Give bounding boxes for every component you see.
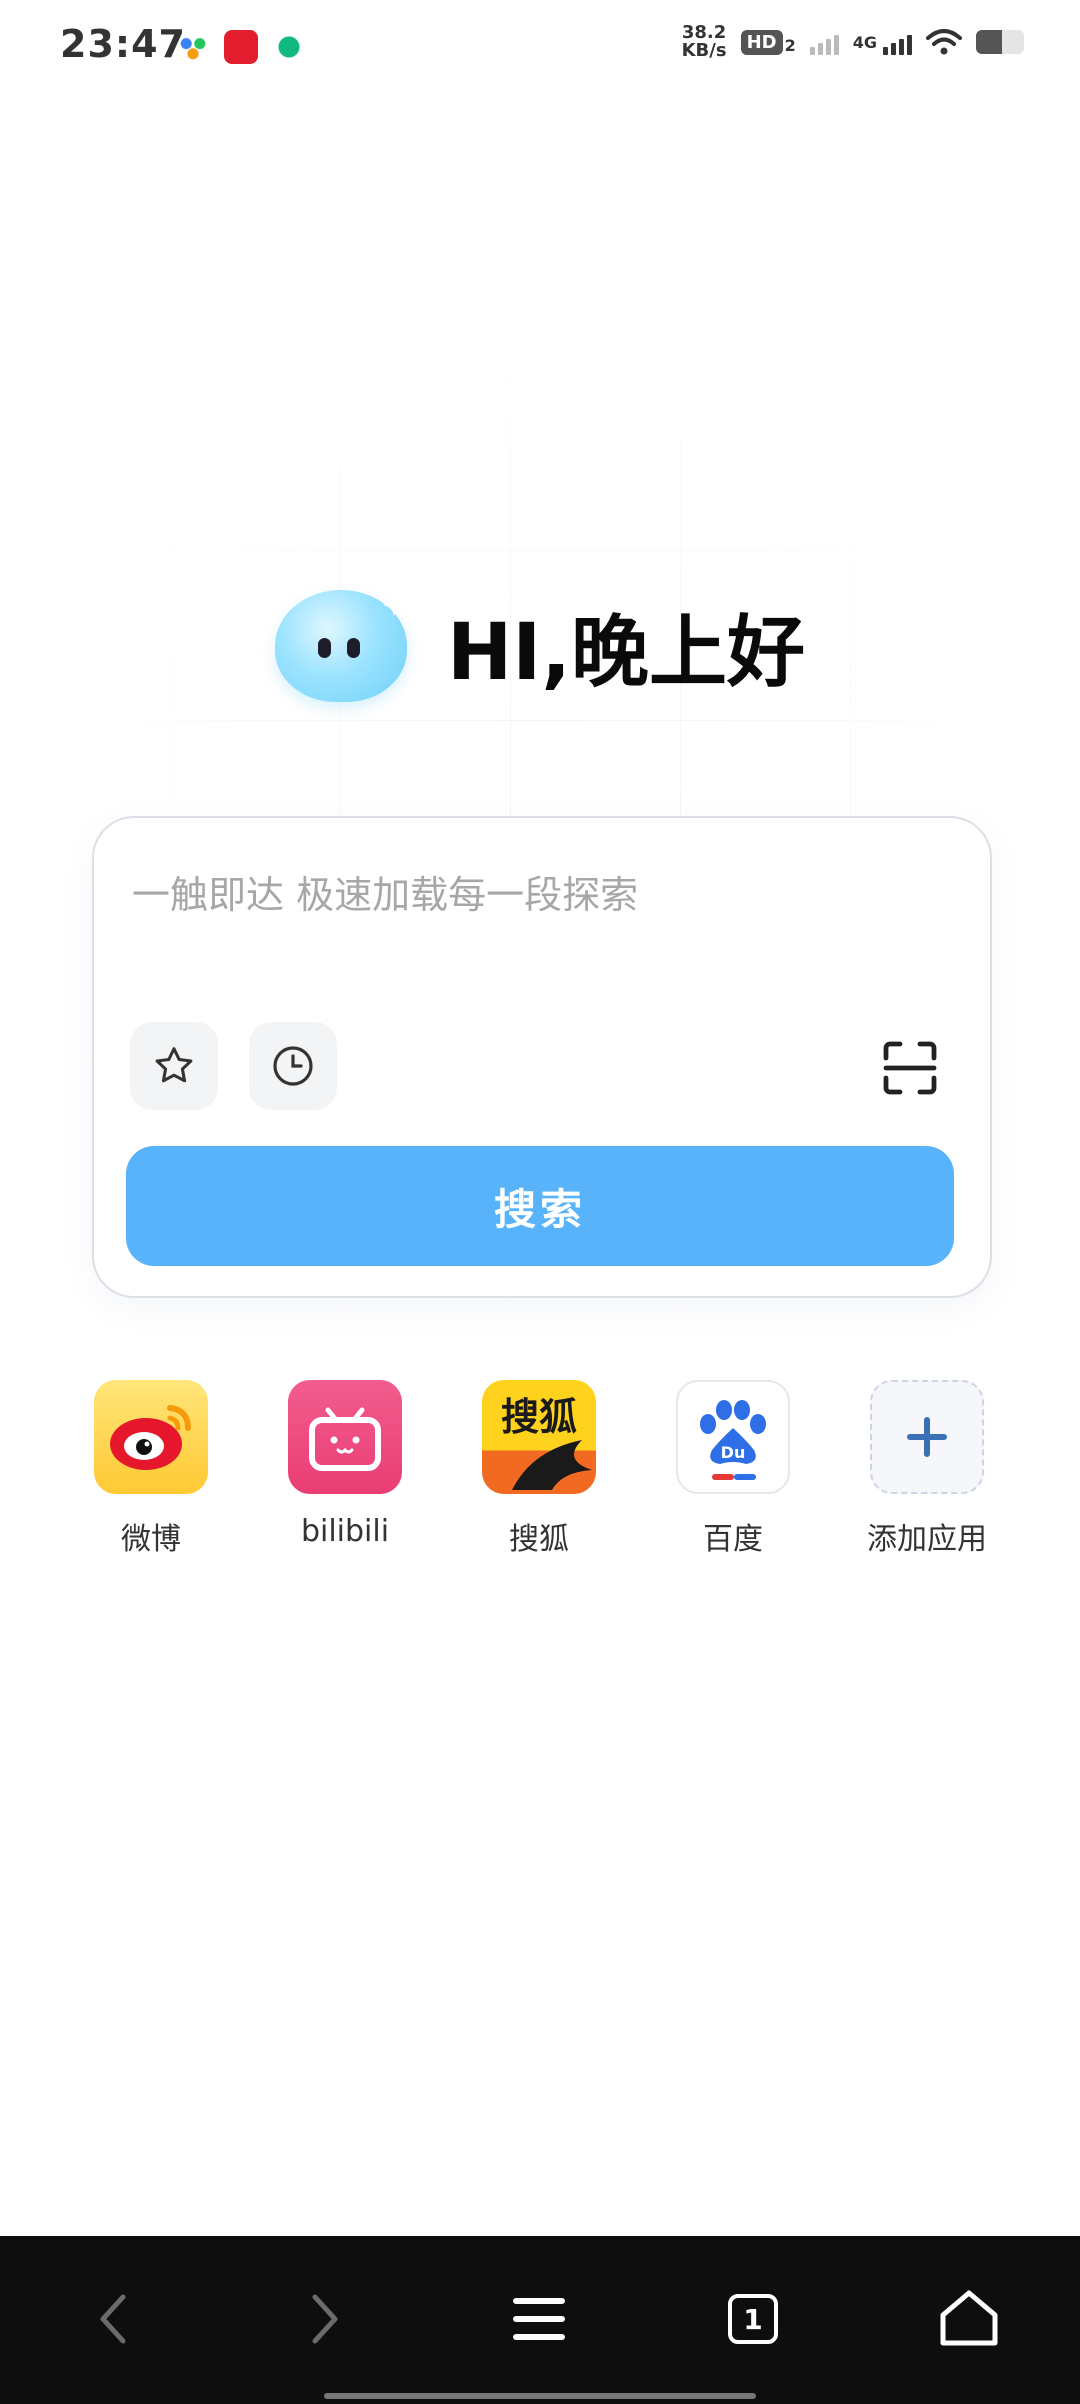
network-speed: 38.2 KB/s [682,24,727,60]
notification-icons [176,30,306,64]
shortcut-label: 微博 [121,1522,181,1557]
system-status: 38.2 KB/s HD 2 4G [682,24,1024,60]
signal-strength-icon [883,29,912,55]
shortcut-bilibili[interactable]: bilibili [270,1380,420,1549]
gesture-bar[interactable] [324,2393,756,2399]
tabs-button[interactable]: 1 [708,2274,798,2364]
shortcut-label: 添加应用 [867,1522,987,1557]
app-notification-icon [224,30,258,64]
hd-sim-number: 2 [784,35,796,55]
menu-icon [513,2298,565,2340]
back-icon [100,2294,126,2344]
star-icon [155,1047,193,1083]
shortcut-weibo[interactable]: 微博 [76,1380,226,1558]
shortcut-add-app[interactable]: 添加应用 [852,1380,1002,1558]
shortcut-label: bilibili [300,1514,390,1549]
shortcut-label: 搜狐 [509,1522,569,1557]
network-speed-unit: KB/s [681,40,727,61]
wifi-icon [926,29,962,55]
bottom-navigation: 1 [0,2236,1080,2404]
mascot-icon [275,590,408,702]
weibo-icon [94,1380,208,1494]
baidu-netdisk-icon [176,30,210,64]
home-icon [940,2290,998,2346]
search-button[interactable]: 搜索 [126,1146,954,1266]
china-mobile-icon [272,30,306,64]
bilibili-icon [288,1380,402,1494]
forward-button[interactable] [280,2274,370,2364]
tabs-icon: 1 [728,2294,778,2344]
battery-icon [976,30,1024,54]
signal-icon [809,29,839,55]
baidu-icon: Du [676,1380,790,1494]
greeting: HI,晚上好 [0,590,1080,702]
greeting-text: HI,晚上好 [447,608,805,698]
back-button[interactable] [68,2274,158,2364]
add-icon [870,1380,984,1494]
scan-icon[interactable] [878,1036,942,1100]
history-button[interactable] [249,1022,337,1110]
hd-badge: HD [740,29,783,55]
history-icon [273,1046,313,1086]
search-card: 搜索 [92,816,992,1298]
search-input[interactable] [130,864,954,926]
network-type: 4G [852,32,877,52]
home-button[interactable] [924,2274,1014,2364]
forward-icon [312,2294,338,2344]
shortcut-label: 百度 [703,1522,763,1557]
status-time: 23:47 [60,22,186,66]
bookmarks-button[interactable] [130,1022,218,1110]
baidu-logo-text: Du [721,1443,746,1462]
sohu-icon: 搜狐 [482,1380,596,1494]
shortcut-sohu[interactable]: 搜狐 搜狐 [464,1380,614,1558]
shortcut-baidu[interactable]: Du 百度 [658,1380,808,1558]
status-bar: 23:47 38.2 KB/s HD 2 4G [0,0,1080,96]
menu-button[interactable] [494,2274,584,2364]
